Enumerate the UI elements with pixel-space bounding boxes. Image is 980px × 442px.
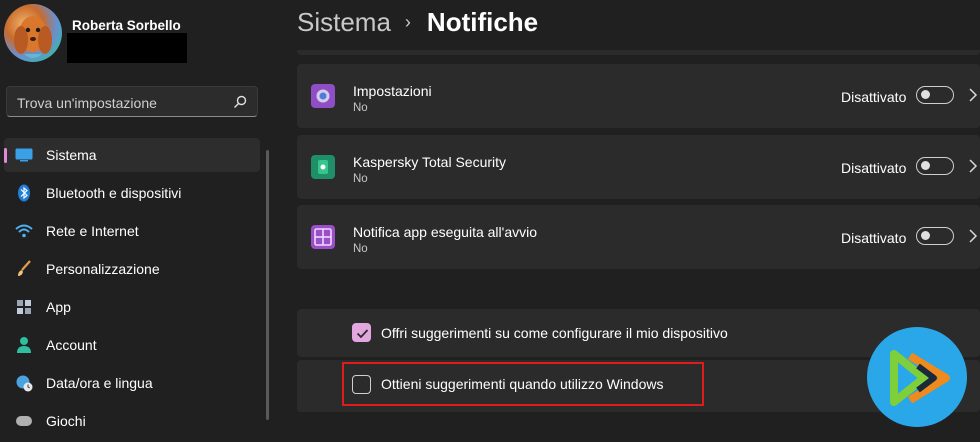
startup-app-icon [311, 225, 335, 249]
sidebar-item-label: Account [46, 337, 97, 353]
wifi-icon [14, 221, 34, 241]
app-notification-row[interactable]: Impostazioni No Disattivato [297, 64, 980, 128]
apps-icon [14, 297, 34, 317]
chevron-right-icon[interactable] [967, 227, 979, 245]
app-notification-row[interactable]: Notifica app eseguita all'avvio No Disat… [297, 205, 980, 269]
app-name: Notifica app eseguita all'avvio [353, 224, 538, 240]
sidebar-item-personalizzazione[interactable]: Personalizzazione [4, 252, 260, 286]
sidebar-item-rete[interactable]: Rete e Internet [4, 214, 260, 248]
toggle-state-label: Disattivato [841, 230, 907, 246]
app-name: Impostazioni [353, 83, 432, 99]
user-profile[interactable]: Roberta Sorbello [4, 4, 264, 64]
sidebar-item-label: Personalizzazione [46, 261, 160, 277]
redacted-email [67, 33, 187, 63]
toggle-knob [921, 90, 930, 99]
user-name: Roberta Sorbello [72, 18, 181, 33]
brush-icon [14, 259, 34, 279]
chevron-right-icon: › [404, 11, 411, 32]
chevron-right-icon[interactable] [967, 86, 979, 104]
sidebar-item-app[interactable]: App [4, 290, 260, 324]
sidebar-item-label: Sistema [46, 147, 97, 163]
globe-clock-icon [14, 373, 34, 393]
sidebar-item-giochi[interactable]: Giochi [4, 404, 260, 438]
kaspersky-icon [311, 155, 335, 179]
sidebar-scrollbar[interactable] [266, 150, 269, 420]
sidebar-item-account[interactable]: Account [4, 328, 260, 362]
app-status: No [353, 102, 368, 114]
checkbox-label: Offri suggerimenti su come configurare i… [381, 325, 728, 341]
person-icon [14, 335, 34, 355]
toggle-knob [921, 231, 930, 240]
sidebar-item-sistema[interactable]: Sistema [4, 138, 260, 172]
avatar[interactable] [4, 4, 62, 62]
annotation-highlight [342, 362, 704, 406]
page-title: Notifiche [426, 6, 539, 37]
sidebar-item-label: Bluetooth e dispositivi [46, 185, 182, 201]
app-name: Kaspersky Total Security [353, 154, 507, 170]
toggle-state-label: Disattivato [841, 160, 907, 176]
sidebar-item-bluetooth[interactable]: Bluetooth e dispositivi [4, 176, 260, 210]
card-edge [297, 50, 980, 55]
search-icon[interactable] [232, 94, 248, 110]
sidebar-item-label: Giochi [46, 413, 86, 429]
sidebar-item-data-ora[interactable]: Data/ora e lingua [4, 366, 260, 400]
monitor-icon [14, 145, 34, 165]
app-status: No [353, 173, 368, 185]
breadcrumb-parent[interactable]: Sistema [297, 7, 391, 38]
chevron-right-icon[interactable] [967, 157, 979, 175]
sidebar-nav: Sistema Bluetooth e dispositivi Rete e I… [4, 138, 260, 442]
bluetooth-icon [14, 183, 34, 203]
offer-suggestions-checkbox[interactable] [352, 323, 371, 342]
breadcrumb: Sistema › Notifiche [297, 2, 538, 42]
brand-logo-icon [867, 327, 967, 427]
app-notification-row[interactable]: Kaspersky Total Security No Disattivato [297, 135, 980, 199]
search-input[interactable] [15, 92, 229, 114]
toggle-knob [921, 161, 930, 170]
toggle-state-label: Disattivato [841, 89, 907, 105]
search-box[interactable] [6, 86, 258, 117]
sidebar-item-label: Rete e Internet [46, 223, 139, 239]
gamepad-icon [14, 411, 34, 431]
settings-app-icon [311, 84, 335, 108]
sidebar: Roberta Sorbello Sistema Bluetooth e dis… [0, 0, 272, 429]
notification-toggle[interactable] [916, 227, 954, 245]
notification-toggle[interactable] [916, 86, 954, 104]
sidebar-item-label: App [46, 299, 71, 315]
app-status: No [353, 243, 368, 255]
notification-toggle[interactable] [916, 157, 954, 175]
sidebar-item-label: Data/ora e lingua [46, 375, 153, 391]
